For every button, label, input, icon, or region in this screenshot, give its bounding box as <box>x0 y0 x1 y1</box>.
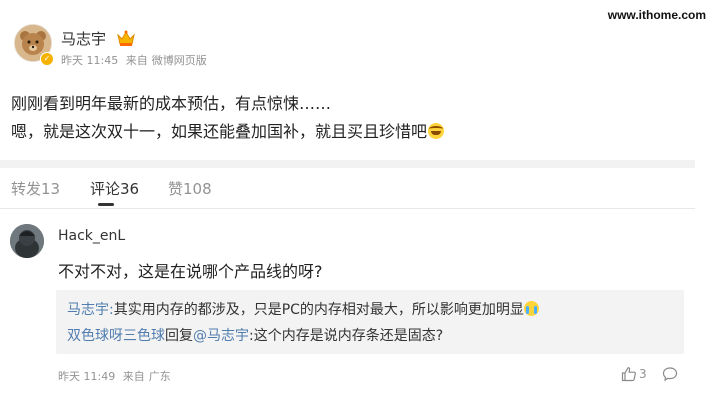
tab-comment[interactable]: 评论36 <box>90 178 139 199</box>
comment-meta: 昨天 11:49 来自 广东 <box>58 368 175 384</box>
commenter-avatar[interactable] <box>10 224 44 258</box>
verified-badge-icon: ✓ <box>40 52 54 66</box>
tab-like[interactable]: 赞108 <box>168 178 212 199</box>
comment-bubble-icon[interactable] <box>662 366 678 382</box>
laugh-cry-emoji <box>428 123 445 139</box>
reply-item: 双色球呀三色球回复@马志宇:这个内存是说内存条还是固态? <box>67 325 443 345</box>
thumbs-up-icon[interactable] <box>621 366 637 382</box>
reply2-user[interactable]: 双色球呀三色球 <box>67 328 165 344</box>
comment-location: 广东 <box>148 370 171 383</box>
post-source-prefix: 来自 <box>125 54 148 67</box>
reply2-mention[interactable]: @马志宇 <box>193 328 249 344</box>
comment-time: 昨天 11:49 <box>58 370 116 383</box>
reply2-mid: 回复 <box>165 328 193 344</box>
post-time: 昨天 11:45 <box>61 54 119 67</box>
like-count: 3 <box>639 367 647 381</box>
post-text-line2: 嗯，就是这次双十一，如果还能叠加国补，就且买且珍惜吧 <box>11 118 445 142</box>
reply-item: 马志宇:其实用内存的都涉及，只是PC的内存相对最大，所以影响更加明显 <box>67 299 539 319</box>
ithome-watermark: www.ithome.com <box>604 6 709 24</box>
tabs-divider <box>0 208 695 209</box>
comment-location-prefix: 来自 <box>122 370 145 383</box>
cry-emoji <box>523 301 539 316</box>
crown-icon[interactable] <box>116 29 136 51</box>
reply1-user[interactable]: 马志宇 <box>67 302 109 318</box>
post-author[interactable]: 马志宇 <box>61 28 106 49</box>
reply1-text: 其实用内存的都涉及，只是PC的内存相对最大，所以影响更加明显 <box>113 302 524 318</box>
commenter-name[interactable]: Hack_enL <box>58 228 125 244</box>
post-text-line2-content: 嗯，就是这次双十一，如果还能叠加国补，就且买且珍惜吧 <box>11 122 428 141</box>
tab-repost[interactable]: 转发13 <box>11 178 60 199</box>
reply2-text: 这个内存是说内存条还是固态? <box>253 328 444 344</box>
active-tab-indicator <box>98 203 114 206</box>
post-source: 微博网页版 <box>151 54 207 67</box>
section-divider <box>0 160 695 168</box>
post-meta: 昨天 11:45 来自 微博网页版 <box>61 52 211 68</box>
post-text-line1: 刚刚看到明年最新的成本预估，有点惊悚…… <box>11 94 332 113</box>
comment-text: 不对不对，这是在说哪个产品线的呀? <box>58 262 323 281</box>
